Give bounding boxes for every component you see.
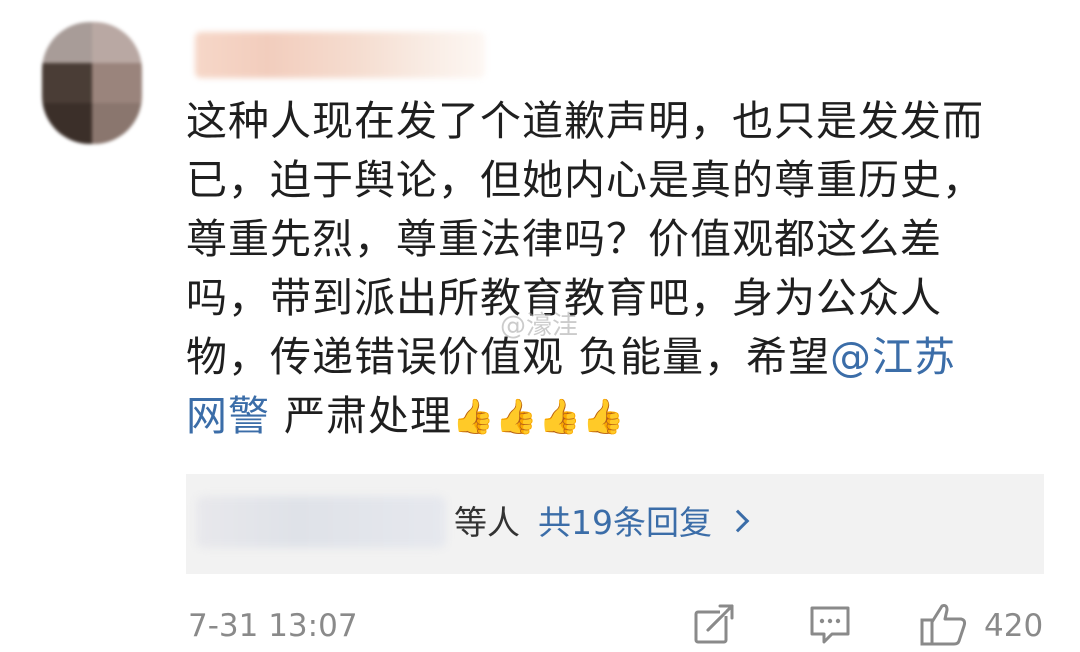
chevron-right-icon [726, 509, 750, 533]
like-count: 420 [984, 608, 1044, 644]
watermark: @濠洼 [500, 311, 579, 341]
comment-line: 已，迫于舆论，但她内心是真的尊重历史， [186, 156, 984, 204]
view-replies-link[interactable]: 共19条回复 [538, 503, 712, 542]
comment-body: 这种人现在发了个道歉声明，也只是发发而 已，迫于舆论，但她内心是真的尊重历史， … [186, 92, 1046, 446]
replies-preview[interactable]: 等人 共19条回复 [186, 474, 1044, 574]
comment-card: 这种人现在发了个道歉声明，也只是发发而 已，迫于舆论，但她内心是真的尊重历史， … [0, 0, 1080, 652]
thumbs-up-emoji-icon: 👍 [452, 397, 496, 437]
share-icon[interactable] [690, 600, 738, 648]
mention-link[interactable]: @江苏 [830, 333, 956, 381]
thumbs-up-emoji-icon: 👍 [495, 397, 539, 437]
replies-summary: 等人 共19条回复 [454, 503, 750, 543]
mention-link[interactable]: 网警 [186, 392, 270, 440]
username-blurred[interactable] [195, 32, 485, 78]
thumbs-up-emoji-icon: 👍 [538, 397, 583, 437]
comment-line: 严肃处理 [270, 392, 453, 440]
comment-icon[interactable] [806, 600, 854, 648]
replier-names-blurred [196, 496, 446, 548]
thumbs-up-emoji-icon: 👍 [582, 397, 626, 437]
avatar[interactable] [42, 22, 142, 144]
comment-line: 尊重先烈，尊重法律吗？价值观都这么差 [186, 215, 942, 263]
comment-line: 这种人现在发了个道歉声明，也只是发发而 [186, 97, 984, 145]
replies-suffix: 等人 [454, 503, 520, 542]
thumbs-up-icon[interactable] [918, 600, 970, 648]
timestamp: 7-31 13:07 [188, 608, 358, 644]
